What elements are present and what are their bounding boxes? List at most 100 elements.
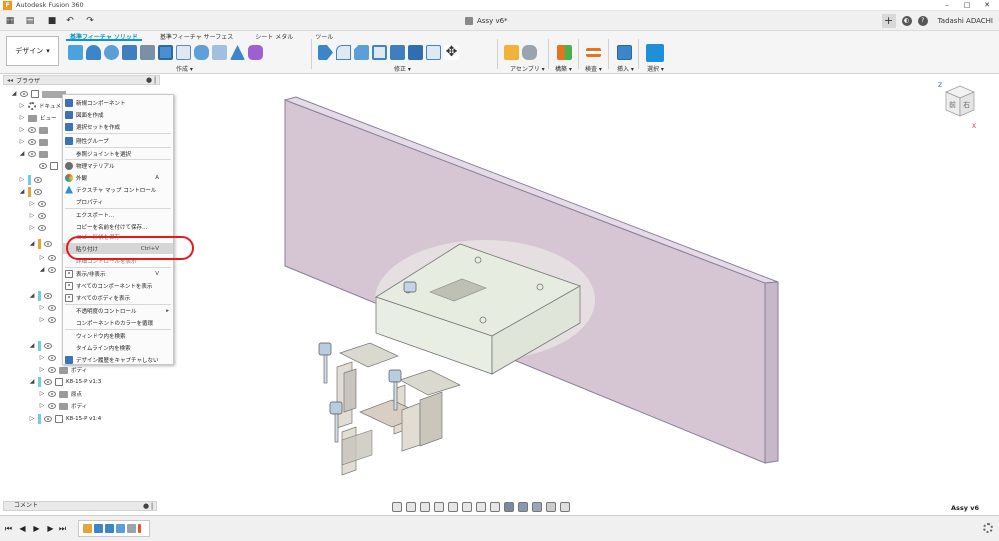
sweep-icon[interactable] xyxy=(122,45,137,60)
menu-item-rigid-group[interactable]: 剛性グループ xyxy=(63,135,173,146)
timeline-track[interactable] xyxy=(78,520,150,537)
combine-icon[interactable] xyxy=(390,45,405,60)
orbit-icon[interactable] xyxy=(392,501,402,512)
tree-row[interactable]: ◢ xyxy=(29,238,52,250)
wireframe-icon[interactable] xyxy=(546,501,556,512)
visibility-eye-icon[interactable] xyxy=(48,305,56,311)
tree-row[interactable]: ▷ xyxy=(39,314,56,326)
fit-icon[interactable] xyxy=(448,501,458,512)
save-icon[interactable]: ■ xyxy=(44,14,60,28)
tab-tools[interactable]: ツール xyxy=(311,31,337,41)
expand-icon[interactable]: ▷ xyxy=(29,200,35,208)
menu-item-show-hide[interactable]: 表示/非表示 V xyxy=(63,268,173,279)
viewports-icon[interactable] xyxy=(490,501,500,512)
timeline-next-icon[interactable]: ▶ xyxy=(46,524,55,533)
tree-row[interactable]: ▷ xyxy=(19,124,48,136)
replace-face-icon[interactable] xyxy=(408,45,423,60)
chamfer-icon[interactable] xyxy=(354,45,369,60)
expand-icon[interactable]: ▷ xyxy=(19,138,25,146)
menu-item-find-in-window[interactable]: ウィンドウ内を検索 xyxy=(63,330,173,341)
document-tab[interactable]: Assy v6* ✕ xyxy=(465,15,889,27)
insert-group-label[interactable]: 挿入 ▾ xyxy=(617,64,634,73)
expand-icon[interactable]: ▷ xyxy=(39,366,45,374)
hidden-edges-icon[interactable] xyxy=(532,501,542,512)
expand-icon[interactable]: ▷ xyxy=(29,212,35,220)
timeline-previous-icon[interactable]: ◀ xyxy=(18,524,27,533)
tab-sheet-metal[interactable]: シート メタル xyxy=(251,31,297,41)
visibility-eye-icon[interactable] xyxy=(38,201,46,207)
close-button[interactable]: ✕ xyxy=(977,0,997,11)
visibility-eye-icon[interactable] xyxy=(44,416,52,422)
data-panel-icon[interactable]: ▦ xyxy=(2,14,18,28)
timeline-joint-icon[interactable] xyxy=(127,524,136,533)
form-icon[interactable] xyxy=(248,45,263,60)
expand-icon[interactable]: ◢ xyxy=(19,150,25,158)
visibility-eye-icon[interactable] xyxy=(44,241,52,247)
undo-icon[interactable]: ↶ xyxy=(62,14,78,28)
help-icon[interactable]: ? xyxy=(917,16,928,26)
visibility-eye-icon[interactable] xyxy=(48,367,56,373)
viewcube[interactable]: 前 右 Z X xyxy=(936,78,978,138)
collapse-arrows-icon[interactable]: ◂◂ xyxy=(7,77,13,84)
visibility-eye-icon[interactable] xyxy=(38,213,46,219)
construct-group-label[interactable]: 構築 ▾ xyxy=(555,64,572,73)
shaded-icon[interactable] xyxy=(518,501,528,512)
visibility-eye-icon[interactable] xyxy=(48,267,56,273)
menu-item-new-component[interactable]: 新規コンポーネント xyxy=(63,97,173,108)
menu-item-texture-map-controls[interactable]: テクスチャ マップ コントロール xyxy=(63,184,173,195)
pan-icon[interactable] xyxy=(420,501,430,512)
expand-icon[interactable]: ▷ xyxy=(19,114,25,122)
revolve-icon[interactable] xyxy=(104,45,119,60)
visibility-eye-icon[interactable] xyxy=(44,379,52,385)
tree-row[interactable] xyxy=(39,160,58,172)
viewcube-front-face[interactable]: 前 xyxy=(949,100,956,109)
tree-row[interactable]: ▷ xyxy=(19,174,42,186)
expand-icon[interactable]: ▷ xyxy=(29,224,35,232)
menu-item-create-drawing[interactable]: 図面を作成 xyxy=(63,109,173,120)
create-group-label[interactable]: 作成 ▾ xyxy=(176,64,193,73)
comments-collapse-icon[interactable]: | xyxy=(148,502,156,510)
joint-icon[interactable] xyxy=(522,45,537,60)
comments-panel[interactable]: コメント ● | xyxy=(3,501,157,511)
assemble-group-label[interactable]: アセンブリ ▾ xyxy=(510,64,545,73)
tree-row[interactable]: ▷ xyxy=(29,210,46,222)
tree-row[interactable]: ◢ xyxy=(39,264,56,276)
tab-solid[interactable]: 基準フィーチャ ソリッド xyxy=(66,31,142,41)
tree-row-named-views[interactable]: ▷ ビュー xyxy=(19,112,57,124)
menu-item-cycle-component-colors[interactable]: コンポーネントのカラーを循環 xyxy=(63,317,173,328)
user-name[interactable]: Tadashi ADACHI xyxy=(938,17,993,25)
timeline-marker[interactable] xyxy=(138,524,141,533)
press-pull-icon[interactable] xyxy=(318,45,333,60)
tree-row[interactable]: ◢ xyxy=(29,290,52,302)
timeline-extrude-icon[interactable] xyxy=(94,524,103,533)
tree-row[interactable]: ▷ xyxy=(39,352,56,364)
job-status-icon[interactable]: ◐ xyxy=(901,16,912,26)
visibility-eye-icon[interactable] xyxy=(48,317,56,323)
tree-row[interactable]: ▷ xyxy=(29,222,46,234)
visual-style-icon[interactable] xyxy=(504,501,514,512)
expand-icon[interactable]: ▷ xyxy=(39,390,45,398)
shell-icon[interactable] xyxy=(372,45,387,60)
visibility-eye-icon[interactable] xyxy=(44,343,52,349)
visibility-eye-icon[interactable] xyxy=(38,225,46,231)
viewcube-right-face[interactable]: 右 xyxy=(963,100,970,109)
visibility-eye-icon[interactable] xyxy=(48,355,56,361)
expand-icon[interactable]: ◢ xyxy=(19,188,25,196)
visibility-eye-icon[interactable] xyxy=(34,177,42,183)
visibility-eye-icon[interactable] xyxy=(28,127,36,133)
insert-image-icon[interactable] xyxy=(617,45,632,60)
workspace-switcher[interactable]: デザイン ▾ xyxy=(6,36,59,66)
rib-icon[interactable] xyxy=(230,45,245,60)
timeline-component-icon[interactable] xyxy=(83,524,92,533)
menu-item-show-all-components[interactable]: すべてのコンポーネントを表示 xyxy=(63,280,173,291)
expand-icon[interactable]: ▷ xyxy=(39,316,45,324)
visibility-eye-icon[interactable] xyxy=(34,189,42,195)
expand-icon[interactable]: ▷ xyxy=(39,402,45,410)
expand-icon[interactable]: ▷ xyxy=(19,126,25,134)
tree-row-root[interactable]: ◢ xyxy=(11,88,66,100)
tree-row[interactable]: ◢ xyxy=(19,148,48,160)
display-settings-icon[interactable] xyxy=(462,501,472,512)
new-component-icon[interactable] xyxy=(504,45,519,60)
expand-icon[interactable]: ▷ xyxy=(39,304,45,312)
expand-icon[interactable]: ▷ xyxy=(39,254,45,262)
